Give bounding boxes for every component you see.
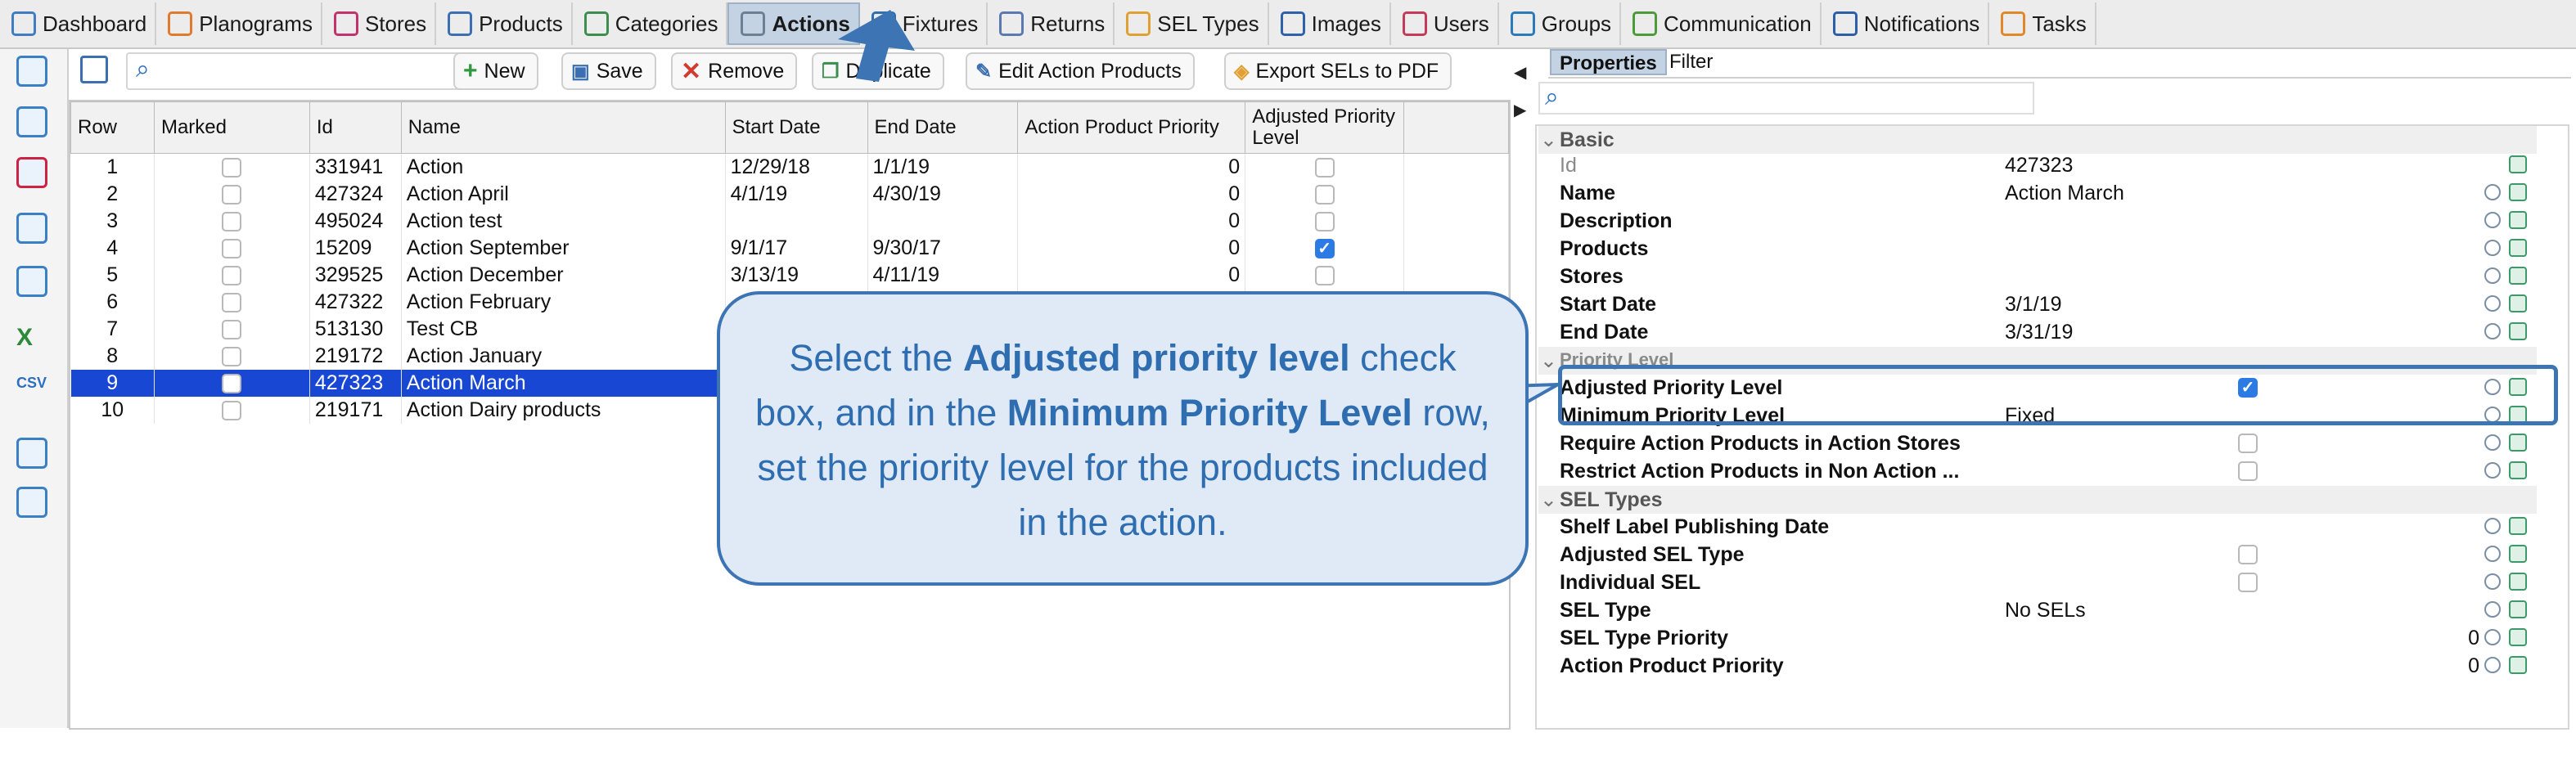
instruction-callout: Select the Adjusted priority level check… [717, 291, 1529, 586]
callout-text: Select the Adjusted priority level check… [755, 337, 1490, 543]
